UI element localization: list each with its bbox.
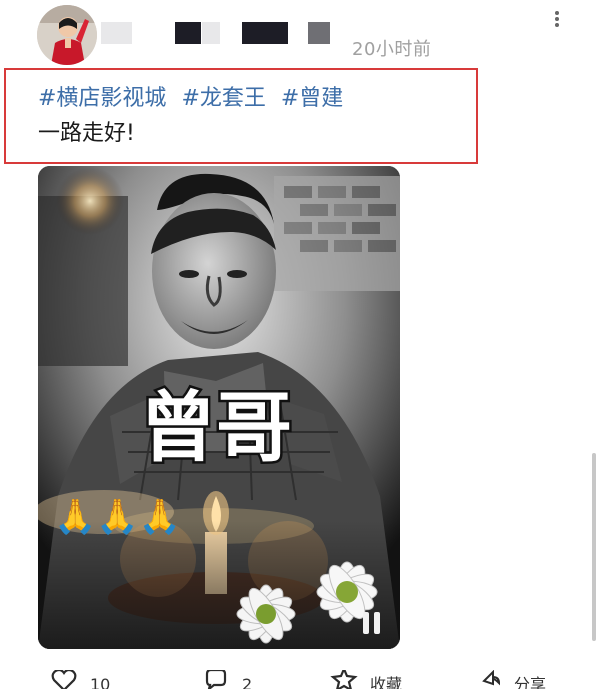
star-icon bbox=[330, 670, 358, 689]
redacted-name-part-4 bbox=[242, 22, 288, 44]
share-label: 分享 bbox=[514, 674, 547, 689]
brick-wall bbox=[274, 176, 400, 291]
more-icon-dot bbox=[555, 17, 559, 21]
hashtags: #横店影视城 #龙套王 #曾建 bbox=[38, 85, 468, 113]
redacted-name-part-5 bbox=[308, 22, 330, 44]
hashtag-link[interactable]: #横店影视城 bbox=[38, 85, 166, 113]
heart-icon bbox=[51, 670, 77, 689]
redacted-name-part-3 bbox=[202, 22, 220, 44]
more-icon bbox=[555, 11, 559, 15]
video-thumbnail: 曾哥 🙏🙏🙏 bbox=[38, 166, 400, 649]
pause-icon-bar bbox=[374, 612, 380, 634]
timestamp: 20小时前 bbox=[352, 39, 432, 60]
post-body: 一路走好! bbox=[38, 121, 135, 146]
favorite-label: 收藏 bbox=[370, 674, 403, 689]
post-text: #横店影视城 #龙套王 #曾建 一路走好! bbox=[38, 85, 468, 148]
like-button[interactable]: 10 bbox=[50, 670, 110, 689]
like-count: 10 bbox=[90, 674, 111, 689]
hashtag-link[interactable]: #曾建 bbox=[281, 85, 343, 113]
share-icon bbox=[482, 670, 501, 685]
comment-icon bbox=[205, 670, 227, 689]
redacted-name-part-2 bbox=[175, 22, 201, 44]
more-icon-dot bbox=[555, 23, 559, 27]
avatar[interactable] bbox=[37, 5, 97, 65]
share-button[interactable]: 分享 bbox=[474, 670, 546, 689]
prayer-emoji: 🙏🙏🙏 bbox=[54, 497, 181, 537]
video-preview[interactable]: 曾哥 🙏🙏🙏 bbox=[38, 166, 400, 649]
video-caption: 曾哥 bbox=[140, 383, 292, 472]
post-header: 20小时前 bbox=[0, 0, 600, 68]
scrollbar[interactable] bbox=[592, 453, 596, 641]
more-options-button[interactable] bbox=[545, 4, 569, 32]
pause-icon bbox=[363, 612, 369, 634]
redacted-name-part-1 bbox=[101, 22, 132, 44]
hashtag-link[interactable]: #龙套王 bbox=[181, 85, 265, 113]
avatar-image bbox=[37, 5, 97, 65]
comment-count: 2 bbox=[242, 674, 253, 689]
favorite-button[interactable]: 收藏 bbox=[330, 670, 402, 689]
comment-button[interactable]: 2 bbox=[202, 670, 252, 689]
post-actions: 10 2 收藏 分享 bbox=[0, 670, 600, 689]
